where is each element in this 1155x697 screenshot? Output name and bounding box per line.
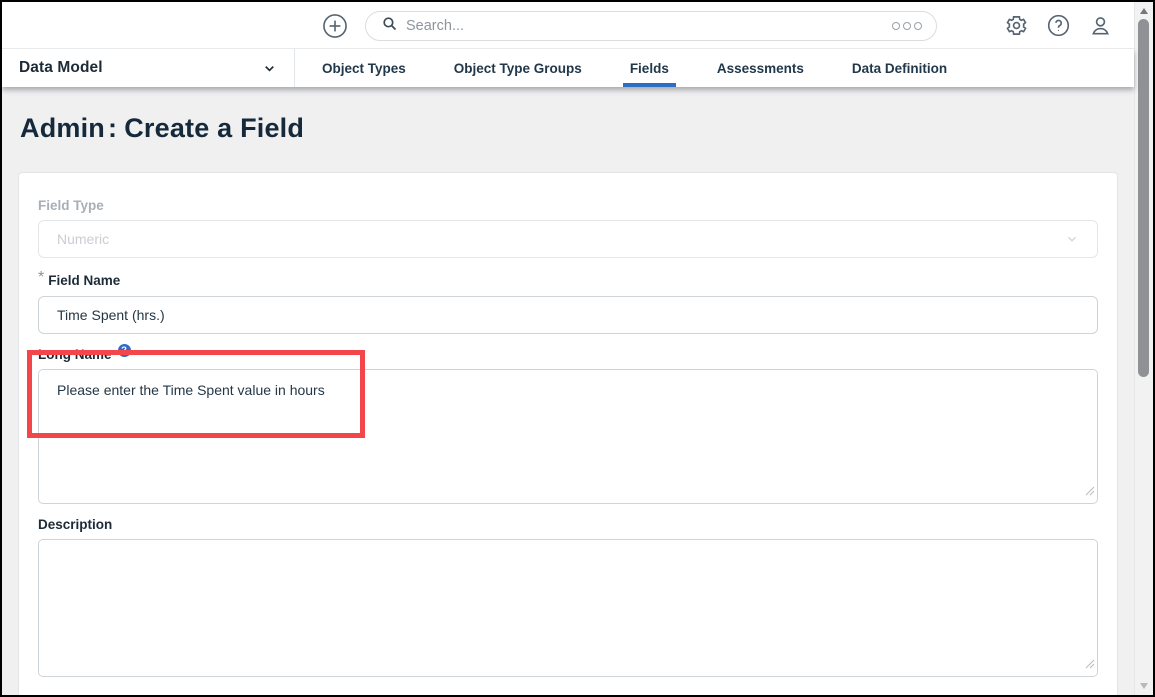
field-name-group: * Field Name (38, 269, 1098, 334)
long-name-textarea[interactable]: Please enter the Time Spent value in hou… (38, 369, 1098, 504)
field-name-input[interactable] (38, 296, 1098, 334)
page-title: Admin: Create a Field (20, 113, 1116, 144)
module-selector-label: Data Model (19, 59, 103, 76)
tab-assessments[interactable]: Assessments (693, 49, 828, 87)
search-input[interactable] (406, 18, 884, 34)
scroll-up-arrow-icon[interactable] (1140, 8, 1148, 14)
module-selector-dropdown[interactable]: Data Model (2, 49, 295, 87)
description-textarea[interactable] (38, 539, 1098, 677)
long-name-label: Long Name ? (38, 344, 1098, 362)
required-asterisk: * (38, 269, 45, 286)
page-content: Admin:Create a Field Field Type Numeric (2, 87, 1134, 695)
app-window: Data Model Object Types Object Type Grou… (0, 0, 1155, 697)
field-name-label: * Field Name (38, 269, 1098, 289)
field-name-label-text: Field Name (48, 272, 121, 288)
add-plus-icon[interactable] (322, 13, 348, 39)
tab-fields[interactable]: Fields (606, 49, 693, 87)
description-label: Description (38, 517, 113, 532)
scrollbar-thumb[interactable] (1138, 19, 1149, 377)
settings-gear-icon[interactable] (1005, 14, 1028, 37)
long-name-group: Long Name ? Please enter the Time Spent … (38, 344, 1098, 504)
chevron-down-icon (262, 61, 277, 76)
tab-data-definition[interactable]: Data Definition (828, 49, 971, 87)
page-title-prefix: Admin (20, 113, 105, 143)
search-overflow-icon[interactable] (892, 22, 922, 30)
tab-object-types[interactable]: Object Types (298, 49, 430, 87)
page-title-text: Create a Field (124, 113, 305, 143)
main-column: Data Model Object Types Object Type Grou… (2, 2, 1134, 695)
search-bar[interactable] (365, 11, 937, 41)
field-type-select: Numeric (38, 220, 1098, 258)
help-question-icon[interactable] (1047, 14, 1070, 37)
description-group: Description (38, 517, 1098, 677)
field-type-group: Field Type Numeric (38, 198, 1098, 258)
search-icon (381, 15, 398, 37)
create-field-form: Field Type Numeric * Field Name Time Spe… (18, 172, 1118, 695)
vertical-scrollbar[interactable] (1134, 2, 1153, 695)
field-type-value: Numeric (57, 231, 110, 247)
long-name-label-text: Long Name (38, 347, 112, 362)
top-bar (2, 2, 1134, 49)
page-title-separator: : (108, 113, 118, 143)
field-type-label: Field Type (38, 198, 104, 213)
module-nav-bar: Data Model Object Types Object Type Grou… (2, 49, 1134, 87)
chevron-down-icon (1065, 232, 1079, 246)
tab-list: Object Types Object Type Groups Fields A… (295, 49, 971, 87)
user-profile-icon[interactable] (1089, 14, 1112, 37)
long-name-help-icon[interactable]: ? (117, 344, 131, 357)
scroll-down-arrow-icon[interactable] (1140, 683, 1148, 689)
tab-object-type-groups[interactable]: Object Type Groups (430, 49, 606, 87)
